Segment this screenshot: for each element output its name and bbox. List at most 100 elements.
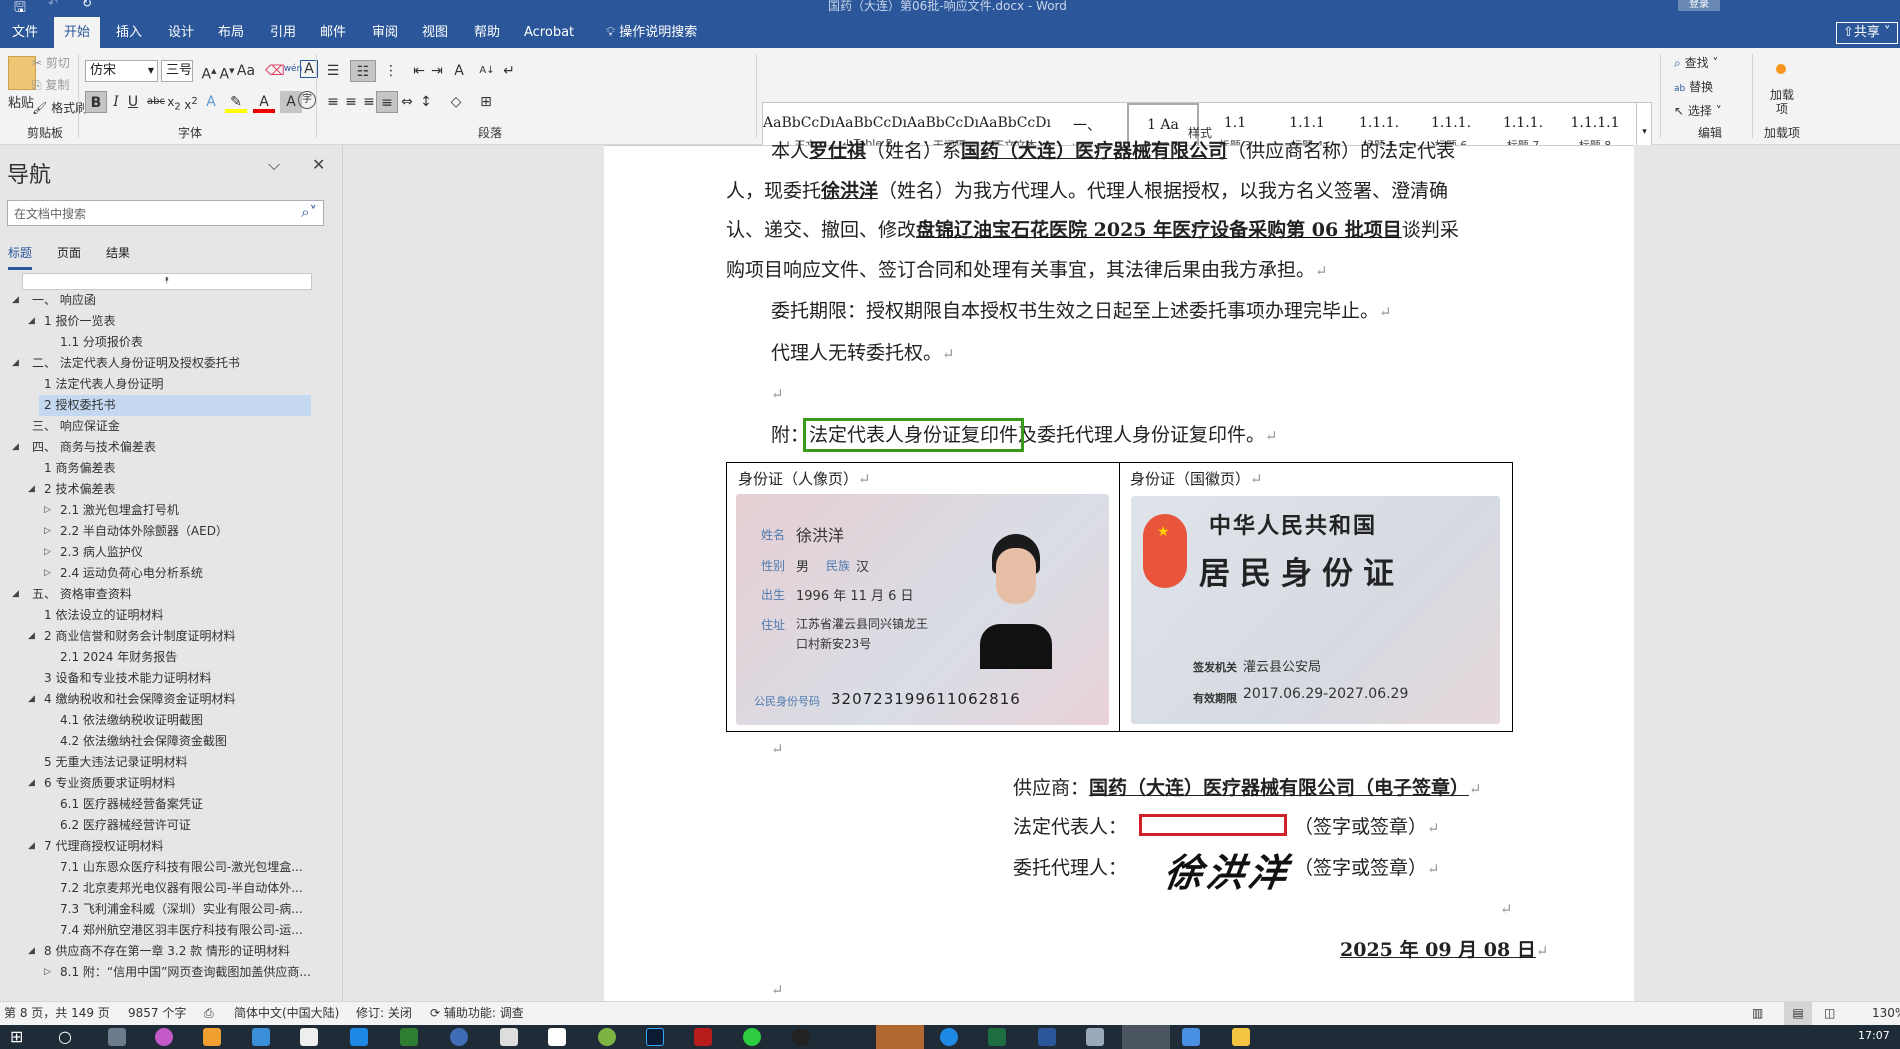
show-marks-icon[interactable]: ↵ (498, 60, 520, 82)
qq-icon[interactable] (792, 1028, 810, 1046)
change-case-button[interactable]: Aa (232, 60, 260, 82)
expanded-triangle-icon[interactable]: ◢ (28, 941, 35, 962)
nav-item[interactable]: 2 授权委托书 (39, 395, 311, 416)
font-size-combo[interactable]: 三号 (161, 60, 193, 82)
taskbar-app-icon[interactable] (400, 1028, 418, 1046)
superscript-button[interactable]: x2 (180, 91, 202, 113)
tab-review[interactable]: 审阅 (362, 17, 408, 48)
expanded-triangle-icon[interactable]: ◢ (28, 626, 35, 647)
wechat-icon[interactable] (743, 1028, 761, 1046)
collapsed-triangle-icon[interactable]: ▷ (44, 521, 51, 542)
undo-icon[interactable]: ↶ (48, 0, 58, 10)
shading-icon[interactable]: ◇ (445, 91, 467, 113)
page-count[interactable]: 第 8 页，共 149 页 (4, 1002, 110, 1025)
taskbar-app-icon[interactable] (252, 1028, 270, 1046)
language[interactable]: 简体中文(中国大陆) (234, 1002, 339, 1025)
nav-tab-results[interactable]: 结果 (106, 244, 130, 261)
accessibility-status[interactable]: ⟳ 辅助功能: 调查 (430, 1002, 524, 1025)
print-layout-icon[interactable]: ▤ (1784, 1002, 1812, 1025)
word-count[interactable]: 9857 个字 (128, 1002, 186, 1025)
word-icon[interactable] (1038, 1028, 1056, 1046)
excel-icon[interactable] (988, 1028, 1006, 1046)
expanded-triangle-icon[interactable]: ◢ (28, 773, 35, 794)
windows-start-icon[interactable]: ⊞ (10, 1027, 23, 1046)
scroll-to-top-button[interactable]: ⯭ (22, 273, 312, 290)
expanded-triangle-icon[interactable]: ◢ (12, 584, 19, 605)
nav-options-chevron-icon[interactable]: ⌵ (268, 155, 280, 175)
text-direction-icon[interactable]: A (448, 60, 470, 82)
nav-search-input[interactable]: 在文档中搜索 ⌕˅ (7, 200, 324, 226)
expanded-triangle-icon[interactable]: ◢ (28, 689, 35, 710)
taskbar-app-icon[interactable] (1182, 1028, 1200, 1046)
tab-layout[interactable]: 布局 (208, 17, 254, 48)
taskbar-app-icon[interactable] (203, 1028, 221, 1046)
copy-button[interactable]: ⎘ 复制 (32, 76, 69, 93)
borders-icon[interactable]: ⊞ (475, 91, 497, 113)
expanded-triangle-icon[interactable]: ◢ (12, 437, 19, 458)
font-color-icon[interactable]: A (253, 91, 275, 113)
taskbar-app-icon[interactable] (1086, 1028, 1104, 1046)
collapsed-triangle-icon[interactable]: ▷ (44, 962, 51, 983)
sort-icon[interactable]: A↓ (476, 60, 498, 82)
tab-file[interactable]: 文件 (2, 17, 48, 48)
tab-help[interactable]: 帮助 (464, 17, 510, 48)
search-icon[interactable]: ⌕˅ (301, 203, 317, 221)
line-spacing-icon[interactable]: ↕ (415, 91, 437, 113)
collapsed-triangle-icon[interactable]: ▷ (44, 563, 51, 584)
taskbar-app-icon[interactable] (155, 1028, 173, 1046)
taskbar-active-app[interactable] (1122, 1025, 1170, 1049)
collapsed-triangle-icon[interactable]: ▷ (44, 542, 51, 563)
addins-button[interactable]: 加载项 (1770, 88, 1794, 116)
increase-indent-icon[interactable]: ⇥ (426, 60, 448, 82)
paste-button[interactable]: 粘贴 (8, 92, 34, 111)
replace-button[interactable]: ab 替换 (1674, 78, 1713, 95)
photoshop-icon[interactable] (646, 1028, 664, 1046)
taskbar-app-icon[interactable] (940, 1028, 958, 1046)
zoom-level[interactable]: 130% (1872, 1002, 1900, 1025)
nav-tab-headings[interactable]: 标题 (8, 244, 33, 270)
taskbar-app-icon[interactable] (450, 1028, 468, 1046)
collapsed-triangle-icon[interactable]: ▷ (44, 500, 51, 521)
close-icon[interactable]: ✕ (312, 155, 325, 174)
redo-icon[interactable]: ↻ (82, 0, 92, 10)
justify-icon[interactable]: ≡ (376, 91, 398, 113)
proofing-icon[interactable]: ⎙ (204, 1002, 214, 1025)
share-button[interactable]: ⇧共享 ˅ (1836, 22, 1898, 44)
read-mode-icon[interactable]: ▥ (1752, 1002, 1763, 1025)
nav-tab-pages[interactable]: 页面 (57, 244, 81, 261)
search-icon[interactable]: ○ (58, 1027, 72, 1046)
taskbar-active-app[interactable] (876, 1025, 924, 1049)
taskbar-app-icon[interactable] (548, 1028, 566, 1046)
numbering-icon[interactable]: ☷ (350, 60, 376, 82)
underline-button[interactable]: U (122, 91, 144, 113)
taskbar-app-icon[interactable] (350, 1028, 368, 1046)
expanded-triangle-icon[interactable]: ◢ (28, 311, 35, 332)
cut-button[interactable]: ✂ 剪切 (32, 54, 70, 71)
taskbar-app-icon[interactable] (598, 1028, 616, 1046)
text-effects-icon[interactable]: A (200, 91, 222, 113)
tab-insert[interactable]: 插入 (106, 17, 152, 48)
enclose-characters-icon[interactable]: 字 (298, 91, 316, 109)
multilevel-list-icon[interactable]: ⋮ (380, 60, 402, 82)
taskbar-app-icon[interactable] (108, 1028, 126, 1046)
expanded-triangle-icon[interactable]: ◢ (12, 353, 19, 374)
bold-button[interactable]: B (85, 91, 107, 113)
tab-design[interactable]: 设计 (158, 17, 204, 48)
login-button[interactable]: 登录 (1678, 0, 1720, 11)
tab-acrobat[interactable]: Acrobat (514, 17, 584, 48)
bullets-icon[interactable]: ☰ (322, 60, 344, 82)
highlight-color-icon[interactable]: ✎ (225, 91, 247, 113)
web-layout-icon[interactable]: ◫ (1824, 1002, 1835, 1025)
tab-home[interactable]: 开始 (54, 17, 101, 48)
file-explorer-icon[interactable] (1232, 1028, 1250, 1046)
tab-references[interactable]: 引用 (260, 17, 306, 48)
taskbar-app-icon[interactable] (500, 1028, 518, 1046)
tab-mailings[interactable]: 邮件 (310, 17, 356, 48)
expanded-triangle-icon[interactable]: ◢ (28, 479, 35, 500)
select-button[interactable]: ↖ 选择 ˅ (1674, 102, 1722, 119)
font-name-combo[interactable]: 仿宋 ▼ (85, 60, 158, 82)
taskbar-app-icon[interactable] (300, 1028, 318, 1046)
expanded-triangle-icon[interactable]: ◢ (28, 836, 35, 857)
tab-view[interactable]: 视图 (412, 17, 458, 48)
expanded-triangle-icon[interactable]: ◢ (12, 290, 19, 311)
